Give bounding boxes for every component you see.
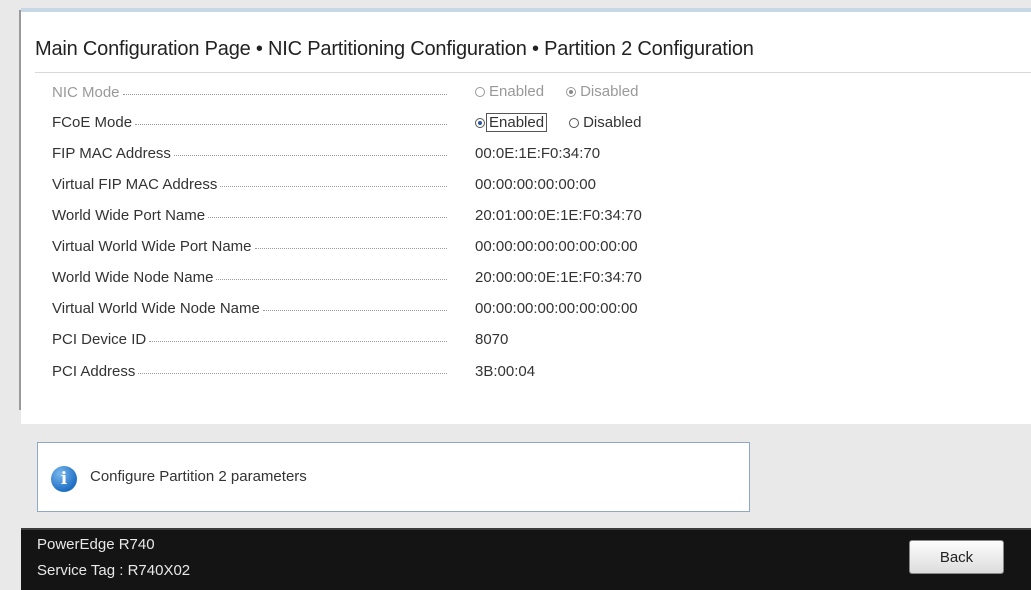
- radio-label: Disabled: [580, 83, 639, 100]
- service-tag: Service Tag : R740X02: [37, 562, 191, 579]
- radio-label: Enabled: [486, 113, 548, 132]
- setting-value: 00:0E:1E:F0:34:70: [475, 145, 601, 162]
- setting-value: 00:00:00:00:00:00: [475, 176, 596, 193]
- setting-row-wwpn: World Wide Port Name 20:01:00:0E:1E:F0:3…: [52, 203, 752, 229]
- setting-label-text: World Wide Node Name: [52, 269, 214, 286]
- leader-dots: [138, 373, 447, 374]
- setting-label-text: Virtual FIP MAC Address: [52, 176, 218, 193]
- setting-row-fip-mac: FIP MAC Address 00:0E:1E:F0:34:70: [52, 141, 752, 167]
- setting-label: FCoE Mode: [52, 114, 447, 131]
- leader-dots: [220, 186, 447, 187]
- page-title: Main Configuration Page • NIC Partitioni…: [35, 38, 754, 60]
- title-divider: [35, 72, 1031, 73]
- leader-dots: [216, 279, 447, 280]
- setting-value: 00:00:00:00:00:00:00:00: [475, 300, 638, 317]
- setting-row-virtual-fip-mac: Virtual FIP MAC Address 00:00:00:00:00:0…: [52, 172, 752, 198]
- fcoe-mode-enabled-radio[interactable]: Enabled: [475, 113, 548, 132]
- setting-label: World Wide Port Name: [52, 207, 447, 224]
- setting-label: Virtual World Wide Port Name: [52, 238, 447, 255]
- setting-label-text: World Wide Port Name: [52, 207, 206, 224]
- leader-dots: [208, 217, 447, 218]
- footer-divider: [21, 528, 1031, 530]
- footer-bar: [21, 528, 1031, 590]
- setting-value: 20:00:00:0E:1E:F0:34:70: [475, 269, 642, 286]
- help-box: i Configure Partition 2 parameters: [37, 442, 750, 512]
- radio-unchecked-icon: [569, 117, 580, 128]
- info-icon: i: [51, 466, 77, 492]
- radio-checked-icon: [566, 86, 577, 97]
- setting-label: NIC Mode: [52, 84, 447, 101]
- setting-value: 3B:00:04: [475, 363, 536, 380]
- help-text: Configure Partition 2 parameters: [90, 468, 307, 485]
- leader-dots: [262, 310, 447, 311]
- nic-mode-disabled-radio: Disabled: [566, 83, 638, 100]
- setting-row-wwnn: World Wide Node Name 20:00:00:0E:1E:F0:3…: [52, 265, 752, 291]
- setting-row-pci-device-id: PCI Device ID 8070: [52, 327, 752, 353]
- leader-dots: [135, 124, 447, 125]
- setting-label-text: FCoE Mode: [52, 114, 133, 131]
- setting-label-text: Virtual World Wide Node Name: [52, 300, 260, 317]
- setting-label-text: Virtual World Wide Port Name: [52, 238, 252, 255]
- setting-row-virtual-wwpn: Virtual World Wide Port Name 00:00:00:00…: [52, 234, 752, 260]
- setting-label: PCI Address: [52, 363, 447, 380]
- setting-label: PCI Device ID: [52, 331, 447, 348]
- system-model: PowerEdge R740: [37, 536, 155, 553]
- fcoe-mode-disabled-radio[interactable]: Disabled: [569, 113, 641, 132]
- setting-label-text: NIC Mode: [52, 84, 120, 101]
- leader-dots: [173, 155, 447, 156]
- setting-label: Virtual World Wide Node Name: [52, 300, 447, 317]
- setting-label: World Wide Node Name: [52, 269, 447, 286]
- radio-unchecked-icon: [475, 86, 485, 97]
- setting-row-fcoe-mode: FCoE Mode Enabled Disabled: [52, 110, 752, 136]
- setting-label-text: PCI Address: [52, 363, 136, 380]
- radio-label: Disabled: [583, 114, 642, 131]
- radio-label: Enabled: [489, 83, 545, 100]
- setting-label: Virtual FIP MAC Address: [52, 176, 447, 193]
- setting-label-text: FIP MAC Address: [52, 145, 171, 162]
- leader-dots: [149, 341, 447, 342]
- fcoe-mode-radio-group[interactable]: Enabled Disabled: [475, 113, 663, 132]
- setting-label: FIP MAC Address: [52, 145, 447, 162]
- back-button[interactable]: Back: [909, 540, 1004, 574]
- setting-value: 00:00:00:00:00:00:00:00: [475, 238, 638, 255]
- setting-value: 8070: [475, 331, 509, 348]
- radio-checked-icon: [475, 117, 485, 128]
- setting-row-pci-address: PCI Address 3B:00:04: [52, 359, 752, 385]
- setting-row-nic-mode: NIC Mode Enabled Disabled: [52, 80, 752, 106]
- setting-row-virtual-wwnn: Virtual World Wide Node Name 00:00:00:00…: [52, 296, 752, 322]
- setting-label-text: PCI Device ID: [52, 331, 147, 348]
- setting-value: 20:01:00:0E:1E:F0:34:70: [475, 207, 642, 224]
- nic-mode-radio-group: Enabled Disabled: [475, 83, 660, 100]
- leader-dots: [254, 248, 447, 249]
- leader-dots: [122, 94, 447, 95]
- nic-mode-enabled-radio: Enabled: [475, 83, 544, 100]
